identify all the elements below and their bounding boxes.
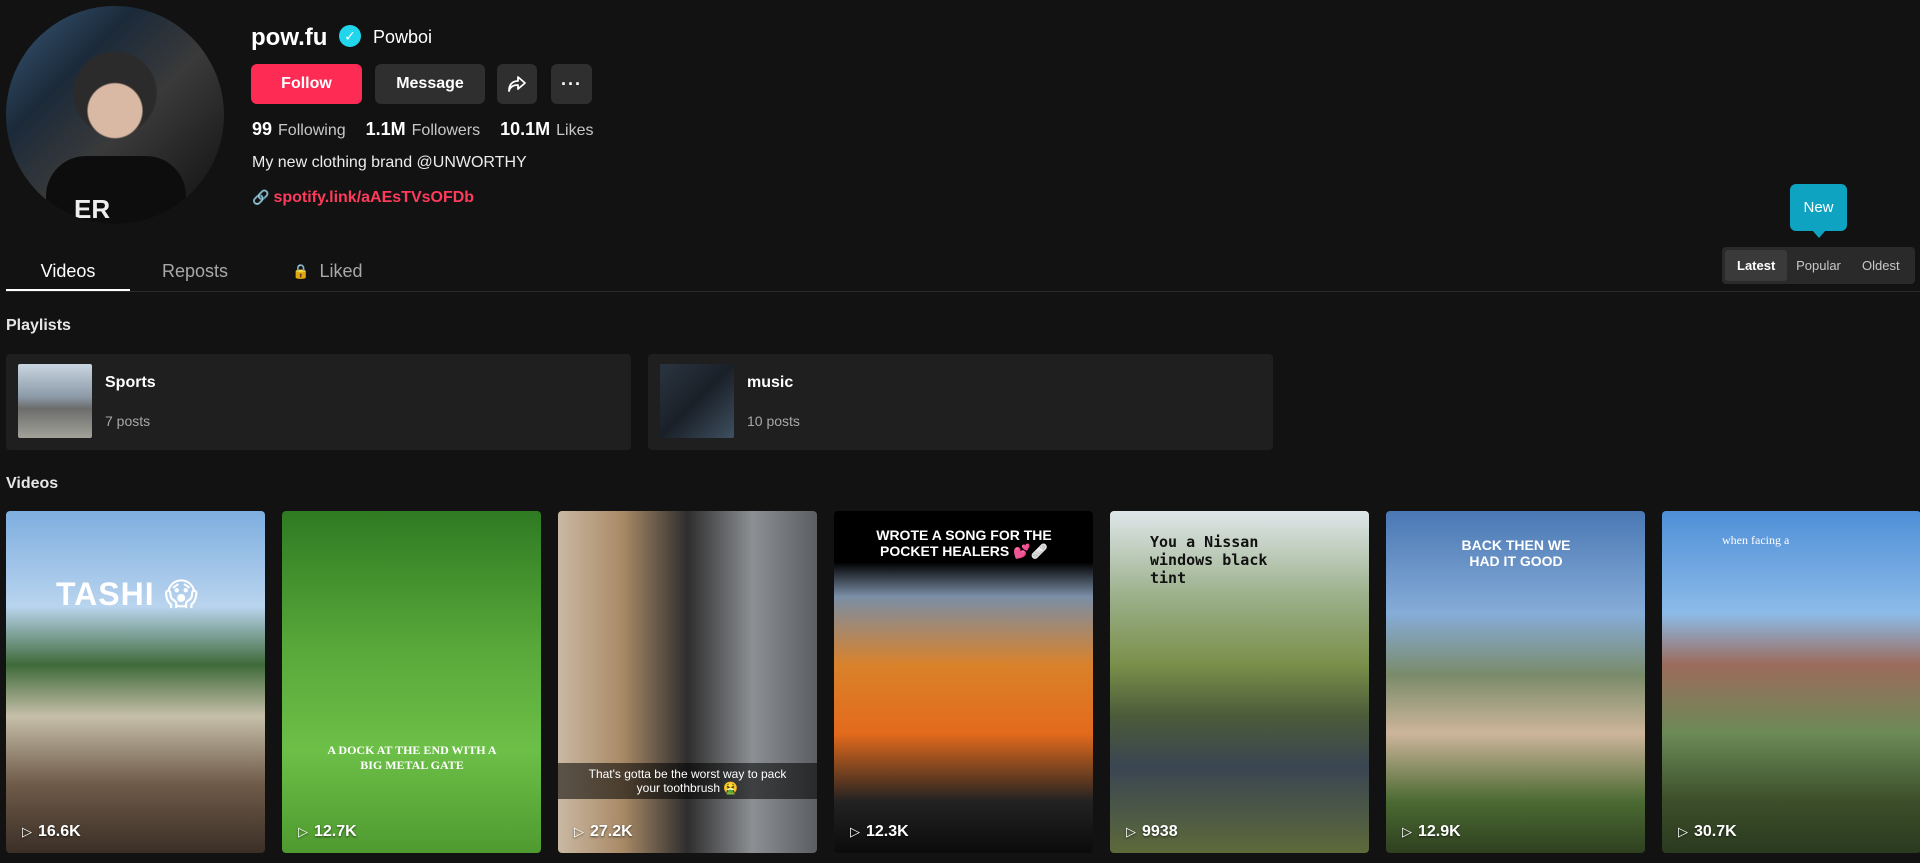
playlist-name: music [747,374,794,391]
tab-liked[interactable]: 🔒 Liked [260,253,394,289]
video-overlay-text: BACK THEN WE HAD IT GOOD [1461,537,1571,569]
new-tooltip: New [1790,184,1847,238]
video-grid: TASHI 😱 ▷ 16.6K A DOCK AT THE END WITH A … [6,511,1920,853]
video-view-count: 12.3K [866,823,909,840]
following-count: 99 [252,119,273,139]
share-button[interactable] [497,64,537,104]
playlist-name: Sports [105,374,156,391]
video-overlay-text: That's gotta be the worst way to pack yo… [558,763,817,799]
likes-count: 10.1M [500,119,551,139]
message-button[interactable]: Message [375,64,485,104]
sort-segmented-control: Latest Popular Oldest [1722,247,1915,284]
following-stat[interactable]: 99 Following [252,119,346,140]
play-icon: ▷ [1402,824,1412,839]
video-card[interactable]: TASHI 😱 ▷ 16.6K [6,511,265,853]
video-card[interactable]: when facing a ▷ 30.7K [1662,511,1920,853]
verified-badge-icon: ✓ [339,25,361,47]
video-views: ▷ 16.6K [22,823,81,841]
videos-heading: Videos [6,475,59,492]
playlist-card[interactable]: Sports 7 posts [6,354,631,450]
play-icon: ▷ [298,824,308,839]
profile-stats: 99 Following 1.1M Followers 10.1M Likes [252,119,614,140]
sort-oldest[interactable]: Oldest [1850,250,1912,281]
play-icon: ▷ [850,824,860,839]
following-label: Following [278,122,346,139]
followers-stat[interactable]: 1.1M Followers [366,119,481,140]
video-view-count: 9938 [1142,823,1178,840]
profile-avatar[interactable]: ER [6,6,224,224]
video-overlay-text: You a Nissan windows black tint [1150,533,1268,587]
tabs-divider [6,291,1920,292]
play-icon: ▷ [1126,824,1136,839]
video-views: ▷ 12.3K [850,823,909,841]
video-views: ▷ 12.9K [1402,823,1461,841]
link-icon: 🔗 [252,189,270,205]
video-view-count: 12.9K [1418,823,1461,840]
avatar-shirt-text: ER [74,194,111,224]
playlists-heading: Playlists [6,317,71,334]
profile-link-text: spotify.link/aAEsTVsOFDb [273,189,475,206]
profile-nickname: Powboi [373,27,433,47]
follow-button[interactable]: Follow [251,64,362,104]
tab-reposts[interactable]: Reposts [130,253,260,289]
playlist-thumbnail [18,364,92,438]
video-overlay-text: A DOCK AT THE END WITH A BIG METAL GATE [327,743,497,772]
sort-latest[interactable]: Latest [1725,250,1788,281]
video-card[interactable]: That's gotta be the worst way to pack yo… [558,511,817,853]
play-icon: ▷ [22,824,32,839]
video-view-count: 16.6K [38,823,81,840]
video-views: ▷ 27.2K [574,823,633,841]
video-card[interactable]: A DOCK AT THE END WITH A BIG METAL GATE … [282,511,541,853]
playlist-card[interactable]: music 10 posts [648,354,1273,450]
video-views: ▷ 30.7K [1678,823,1737,841]
video-overlay-text: TASHI 😱 [56,576,199,612]
video-card[interactable]: WROTE A SONG FOR THE POCKET HEALERS 💕🩹 ▷… [834,511,1093,853]
video-card[interactable]: BACK THEN WE HAD IT GOOD ▷ 12.9K [1386,511,1645,853]
profile-username: pow.fu [251,24,328,51]
video-view-count: 30.7K [1694,823,1737,840]
followers-label: Followers [411,122,481,139]
playlist-count: 10 posts [747,413,800,429]
followers-count: 1.1M [365,119,406,139]
video-overlay-text: when facing a [1722,533,1790,547]
play-icon: ▷ [574,824,584,839]
video-views: ▷ 12.7K [298,823,357,841]
profile-link[interactable]: 🔗 spotify.link/aAEsTVsOFDb [252,189,474,207]
share-icon [508,76,526,92]
video-views: ▷ 9938 [1126,823,1178,841]
playlist-count: 7 posts [105,413,151,429]
more-options-button[interactable]: ··· [551,64,592,104]
tab-videos[interactable]: Videos [6,253,130,291]
likes-stat: 10.1M Likes [500,119,593,140]
sort-popular[interactable]: Popular [1787,250,1849,281]
video-view-count: 27.2K [590,823,633,840]
likes-label: Likes [556,122,594,139]
video-overlay-text: WROTE A SONG FOR THE POCKET HEALERS 💕🩹 [876,527,1052,559]
playlist-thumbnail [660,364,734,438]
lock-icon: 🔒 [292,262,310,279]
profile-tabs: Videos Reposts 🔒 Liked [6,253,395,291]
play-icon: ▷ [1678,824,1688,839]
video-view-count: 12.7K [314,823,357,840]
profile-bio: My new clothing brand @UNWORTHY [252,154,527,171]
video-card[interactable]: You a Nissan windows black tint ▷ 9938 [1110,511,1369,853]
tab-liked-label: Liked [319,260,363,281]
